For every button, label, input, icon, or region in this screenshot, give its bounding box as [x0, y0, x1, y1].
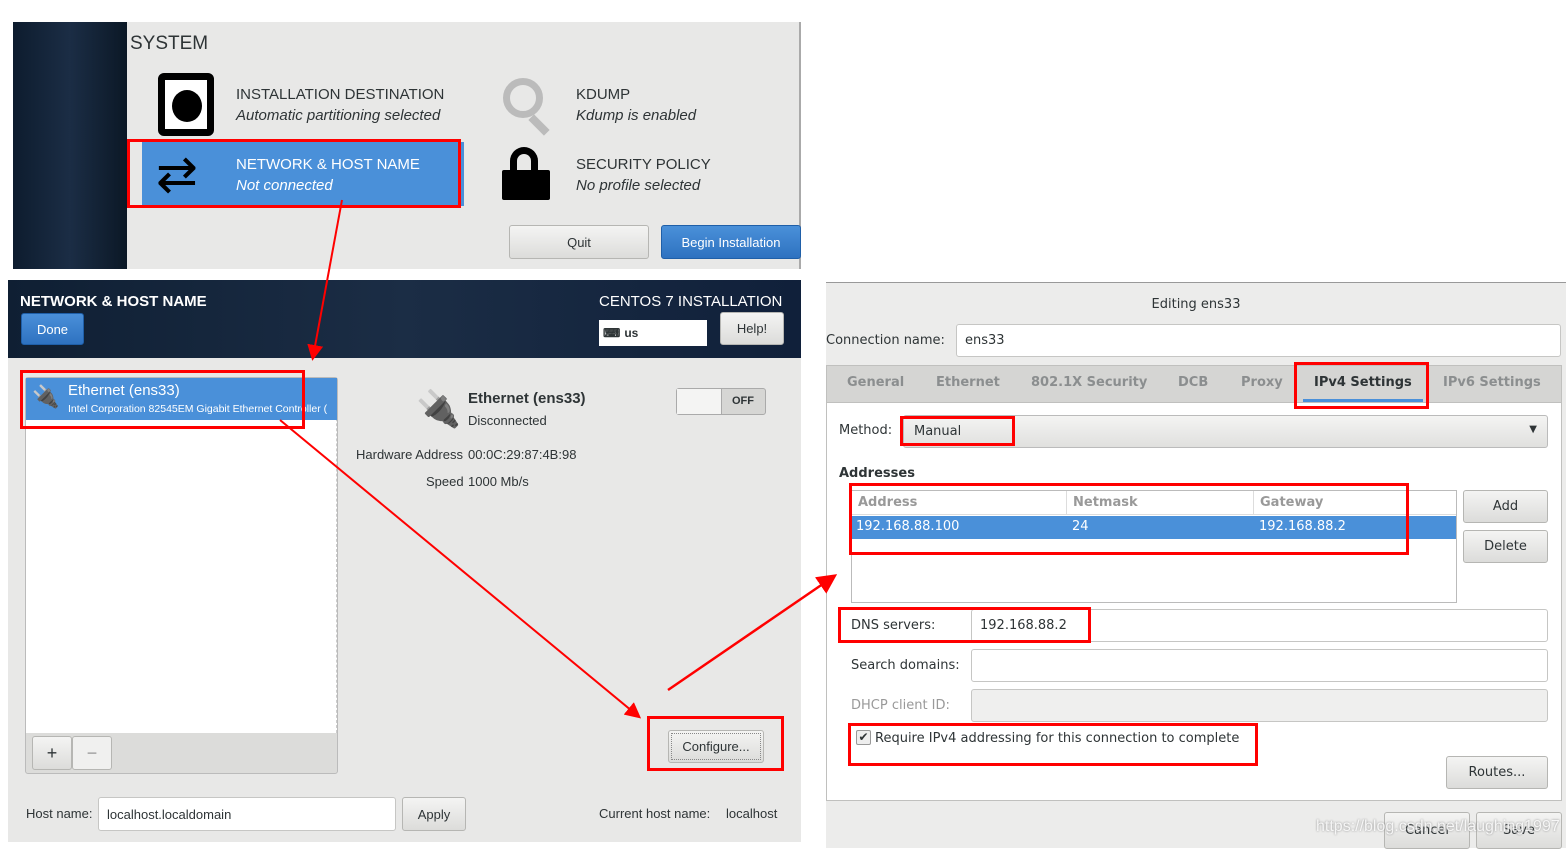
arrow-to-spoke [307, 199, 343, 361]
arrow-to-configure [279, 419, 642, 719]
arrow-to-dialog [667, 574, 838, 692]
annotation-arrows [279, 199, 838, 719]
